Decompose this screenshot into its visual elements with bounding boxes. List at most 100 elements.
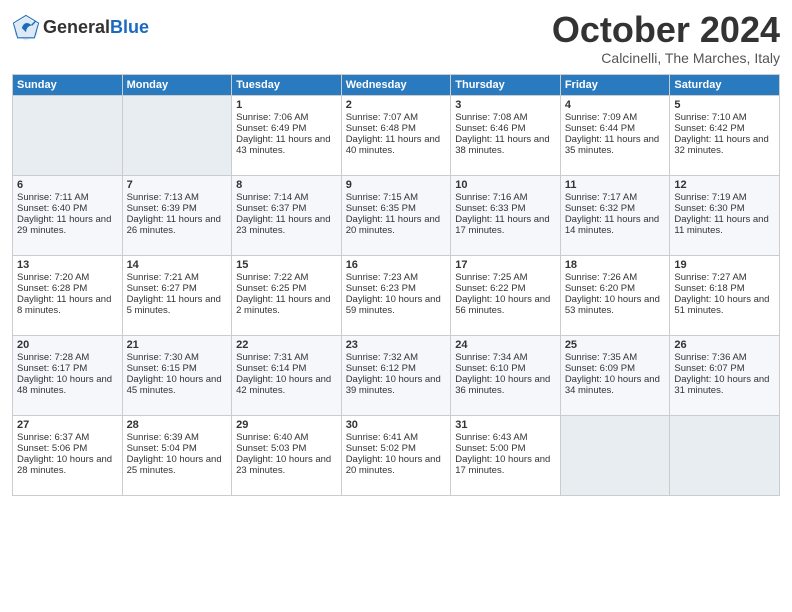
sunrise-text: Sunrise: 7:07 AM <box>346 112 418 123</box>
sunrise-text: Sunrise: 7:31 AM <box>236 352 308 363</box>
sunset-text: Sunset: 6:17 PM <box>17 363 87 374</box>
sunset-text: Sunset: 6:20 PM <box>565 283 635 294</box>
day-number: 19 <box>674 259 775 271</box>
sunrise-text: Sunrise: 6:39 AM <box>127 432 199 443</box>
day-number: 3 <box>455 99 556 111</box>
sunset-text: Sunset: 6:27 PM <box>127 283 197 294</box>
table-row <box>670 415 780 495</box>
sunset-text: Sunset: 6:48 PM <box>346 123 416 134</box>
daylight-text: Daylight: 10 hours and 28 minutes. <box>17 454 112 476</box>
table-row: 14Sunrise: 7:21 AMSunset: 6:27 PMDayligh… <box>122 255 232 335</box>
daylight-text: Daylight: 10 hours and 34 minutes. <box>565 374 660 396</box>
table-row <box>122 95 232 175</box>
logo-blue: Blue <box>110 17 149 37</box>
day-number: 8 <box>236 179 337 191</box>
sunset-text: Sunset: 6:30 PM <box>674 203 744 214</box>
sunrise-text: Sunrise: 6:37 AM <box>17 432 89 443</box>
daylight-text: Daylight: 10 hours and 42 minutes. <box>236 374 331 396</box>
sunset-text: Sunset: 5:03 PM <box>236 443 306 454</box>
day-number: 27 <box>17 419 118 431</box>
sunrise-text: Sunrise: 6:41 AM <box>346 432 418 443</box>
table-row: 11Sunrise: 7:17 AMSunset: 6:32 PMDayligh… <box>560 175 670 255</box>
sunset-text: Sunset: 6:09 PM <box>565 363 635 374</box>
sunset-text: Sunset: 6:49 PM <box>236 123 306 134</box>
logo-general: General <box>43 17 110 37</box>
daylight-text: Daylight: 10 hours and 31 minutes. <box>674 374 769 396</box>
table-row: 5Sunrise: 7:10 AMSunset: 6:42 PMDaylight… <box>670 95 780 175</box>
daylight-text: Daylight: 11 hours and 8 minutes. <box>17 294 111 316</box>
daylight-text: Daylight: 11 hours and 35 minutes. <box>565 134 659 156</box>
th-saturday: Saturday <box>670 74 780 95</box>
daylight-text: Daylight: 10 hours and 45 minutes. <box>127 374 222 396</box>
sunrise-text: Sunrise: 7:20 AM <box>17 272 89 283</box>
sunset-text: Sunset: 6:07 PM <box>674 363 744 374</box>
table-row: 31Sunrise: 6:43 AMSunset: 5:00 PMDayligh… <box>451 415 561 495</box>
day-number: 11 <box>565 179 666 191</box>
daylight-text: Daylight: 11 hours and 38 minutes. <box>455 134 549 156</box>
sunset-text: Sunset: 6:32 PM <box>565 203 635 214</box>
sunset-text: Sunset: 6:46 PM <box>455 123 525 134</box>
sunrise-text: Sunrise: 7:16 AM <box>455 192 527 203</box>
daylight-text: Daylight: 11 hours and 40 minutes. <box>346 134 440 156</box>
calendar-week-row: 27Sunrise: 6:37 AMSunset: 5:06 PMDayligh… <box>13 415 780 495</box>
table-row <box>13 95 123 175</box>
sunrise-text: Sunrise: 7:23 AM <box>346 272 418 283</box>
sunset-text: Sunset: 6:40 PM <box>17 203 87 214</box>
sunset-text: Sunset: 6:33 PM <box>455 203 525 214</box>
day-number: 31 <box>455 419 556 431</box>
day-number: 24 <box>455 339 556 351</box>
day-number: 23 <box>346 339 447 351</box>
month-title: October 2024 <box>552 10 780 50</box>
sunset-text: Sunset: 5:04 PM <box>127 443 197 454</box>
sunrise-text: Sunrise: 7:22 AM <box>236 272 308 283</box>
day-number: 17 <box>455 259 556 271</box>
calendar-week-row: 1Sunrise: 7:06 AMSunset: 6:49 PMDaylight… <box>13 95 780 175</box>
daylight-text: Daylight: 10 hours and 17 minutes. <box>455 454 550 476</box>
table-row: 17Sunrise: 7:25 AMSunset: 6:22 PMDayligh… <box>451 255 561 335</box>
table-row: 28Sunrise: 6:39 AMSunset: 5:04 PMDayligh… <box>122 415 232 495</box>
th-wednesday: Wednesday <box>341 74 451 95</box>
daylight-text: Daylight: 11 hours and 11 minutes. <box>674 214 768 236</box>
sunrise-text: Sunrise: 7:32 AM <box>346 352 418 363</box>
sunset-text: Sunset: 6:44 PM <box>565 123 635 134</box>
header: GeneralBlue October 2024 Calcinelli, The… <box>12 10 780 66</box>
sunrise-text: Sunrise: 7:13 AM <box>127 192 199 203</box>
daylight-text: Daylight: 11 hours and 32 minutes. <box>674 134 768 156</box>
table-row: 3Sunrise: 7:08 AMSunset: 6:46 PMDaylight… <box>451 95 561 175</box>
sunrise-text: Sunrise: 7:08 AM <box>455 112 527 123</box>
daylight-text: Daylight: 11 hours and 2 minutes. <box>236 294 330 316</box>
sunrise-text: Sunrise: 7:17 AM <box>565 192 637 203</box>
table-row: 9Sunrise: 7:15 AMSunset: 6:35 PMDaylight… <box>341 175 451 255</box>
sunrise-text: Sunrise: 7:28 AM <box>17 352 89 363</box>
day-number: 16 <box>346 259 447 271</box>
sunset-text: Sunset: 6:37 PM <box>236 203 306 214</box>
table-row: 8Sunrise: 7:14 AMSunset: 6:37 PMDaylight… <box>232 175 342 255</box>
day-number: 28 <box>127 419 228 431</box>
sunset-text: Sunset: 6:23 PM <box>346 283 416 294</box>
table-row: 22Sunrise: 7:31 AMSunset: 6:14 PMDayligh… <box>232 335 342 415</box>
day-number: 5 <box>674 99 775 111</box>
daylight-text: Daylight: 10 hours and 36 minutes. <box>455 374 550 396</box>
day-number: 20 <box>17 339 118 351</box>
table-row: 23Sunrise: 7:32 AMSunset: 6:12 PMDayligh… <box>341 335 451 415</box>
sunrise-text: Sunrise: 7:30 AM <box>127 352 199 363</box>
sunrise-text: Sunrise: 7:15 AM <box>346 192 418 203</box>
sunset-text: Sunset: 6:39 PM <box>127 203 197 214</box>
table-row: 4Sunrise: 7:09 AMSunset: 6:44 PMDaylight… <box>560 95 670 175</box>
sunrise-text: Sunrise: 6:43 AM <box>455 432 527 443</box>
day-number: 26 <box>674 339 775 351</box>
sunset-text: Sunset: 6:15 PM <box>127 363 197 374</box>
daylight-text: Daylight: 10 hours and 39 minutes. <box>346 374 441 396</box>
table-row: 16Sunrise: 7:23 AMSunset: 6:23 PMDayligh… <box>341 255 451 335</box>
daylight-text: Daylight: 11 hours and 43 minutes. <box>236 134 330 156</box>
sunrise-text: Sunrise: 7:27 AM <box>674 272 746 283</box>
sunset-text: Sunset: 6:14 PM <box>236 363 306 374</box>
table-row: 6Sunrise: 7:11 AMSunset: 6:40 PMDaylight… <box>13 175 123 255</box>
calendar-header-row: Sunday Monday Tuesday Wednesday Thursday… <box>13 74 780 95</box>
table-row: 29Sunrise: 6:40 AMSunset: 5:03 PMDayligh… <box>232 415 342 495</box>
day-number: 14 <box>127 259 228 271</box>
daylight-text: Daylight: 10 hours and 25 minutes. <box>127 454 222 476</box>
daylight-text: Daylight: 11 hours and 5 minutes. <box>127 294 221 316</box>
sunset-text: Sunset: 6:28 PM <box>17 283 87 294</box>
sunrise-text: Sunrise: 7:11 AM <box>17 192 89 203</box>
